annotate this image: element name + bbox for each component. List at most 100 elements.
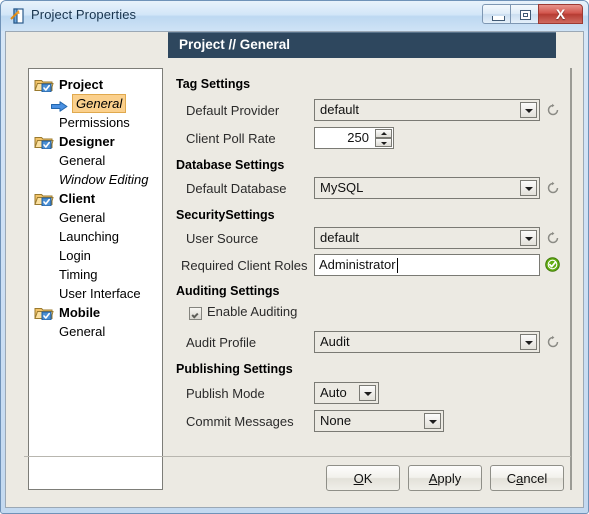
tree-item-timing[interactable]: Timing (29, 265, 162, 284)
tree-item-permissions[interactable]: Permissions (29, 113, 162, 132)
chevron-down-icon[interactable] (359, 385, 376, 401)
folder-check-icon (34, 191, 54, 207)
tree-item-label: General (59, 210, 106, 225)
folder-check-icon (34, 134, 54, 150)
button-bar-separator (24, 456, 571, 457)
client-poll-rate-value: 250 (347, 130, 369, 145)
content-right-edge (573, 68, 575, 490)
close-icon: X (555, 6, 566, 22)
tree-item-launching[interactable]: Launching (29, 227, 162, 246)
default-provider-value: default (320, 102, 360, 117)
maximize-icon (520, 10, 531, 20)
label-default-database: Default Database (186, 181, 287, 196)
default-provider-combo[interactable]: default (314, 99, 540, 121)
user-source-value: default (320, 230, 360, 245)
refresh-icon[interactable] (546, 181, 560, 195)
stepper-down-icon[interactable] (375, 138, 392, 147)
label-audit-profile: Audit Profile (186, 335, 257, 350)
minimize-button[interactable] (482, 4, 511, 24)
tree-item-label: Timing (59, 267, 98, 282)
stepper-buttons[interactable] (375, 129, 392, 147)
label-commit-messages: Commit Messages (186, 414, 294, 429)
settings-tree: Project General Permissions Designer Gener… (29, 69, 162, 341)
btn-apply-label: Apply (428, 470, 462, 486)
label-publish-mode: Publish Mode (186, 386, 265, 401)
label-client-poll-rate: Client Poll Rate (186, 131, 276, 146)
group-database-settings: Database Settings (176, 158, 285, 172)
tree-item-general[interactable]: General (29, 151, 162, 170)
tree-item-project[interactable]: Project (29, 75, 162, 94)
label-required-client-roles: Required Client Roles (181, 258, 308, 273)
enable-auditing-label: Enable Auditing (207, 304, 298, 319)
tree-item-label: Client (59, 191, 96, 206)
publish-mode-combo[interactable]: Auto (314, 382, 379, 404)
btn-ok-label: OK (353, 470, 373, 486)
window-title: Project Properties (31, 7, 137, 22)
label-default-provider: Default Provider (186, 103, 280, 118)
tree-item-label: Designer (59, 134, 115, 149)
tree-item-label: General (59, 153, 106, 168)
tree-item-label: Mobile (59, 305, 101, 320)
panel-header-title: Project // General (179, 37, 291, 52)
chevron-down-icon[interactable] (520, 180, 537, 196)
tree-item-client[interactable]: Client (29, 189, 162, 208)
tree-item-designer[interactable]: Designer (29, 132, 162, 151)
refresh-icon[interactable] (546, 335, 560, 349)
default-database-combo[interactable]: MySQL (314, 177, 540, 199)
text-caret (397, 258, 398, 273)
apply-button[interactable]: Apply (408, 465, 482, 491)
tree-item-label: General (59, 324, 106, 339)
publish-mode-value: Auto (320, 385, 347, 400)
group-publishing-settings: Publishing Settings (176, 362, 293, 376)
tree-item-label: Launching (59, 229, 119, 244)
green-check-icon (545, 257, 560, 272)
label-user-source: User Source (186, 231, 259, 246)
title-bar[interactable]: Project Properties X (1, 1, 588, 31)
tree-item-general[interactable]: General (29, 94, 162, 113)
user-source-combo[interactable]: default (314, 227, 540, 249)
refresh-icon[interactable] (546, 103, 560, 117)
enable-auditing-checkbox[interactable] (189, 307, 202, 320)
tree-item-label: Window Editing (59, 172, 149, 187)
close-button[interactable]: X (538, 4, 583, 24)
folder-check-icon (34, 305, 54, 321)
tree-item-window-editing[interactable]: Window Editing (29, 170, 162, 189)
folder-check-icon (34, 77, 54, 93)
chevron-down-icon[interactable] (424, 413, 441, 429)
cancel-button[interactable]: Cancel (490, 465, 564, 491)
tree-item-general[interactable]: General (29, 208, 162, 227)
tree-item-user-interface[interactable]: User Interface (29, 284, 162, 303)
tree-panel-edge (570, 68, 572, 490)
maximize-button[interactable] (510, 4, 539, 24)
tree-item-label: Project (59, 77, 104, 92)
required-client-roles-input[interactable]: Administrator (314, 254, 540, 276)
tree-item-login[interactable]: Login (29, 246, 162, 265)
tree-item-label: General (72, 94, 127, 113)
panel-header: Project // General (168, 32, 556, 58)
project-properties-icon (10, 8, 25, 24)
window-controls: X (482, 4, 583, 25)
group-security-settings: SecuritySettings (176, 208, 275, 222)
tree-item-label: Login (59, 248, 91, 263)
required-client-roles-value: Administrator (319, 257, 396, 272)
commit-messages-combo[interactable]: None (314, 410, 444, 432)
audit-profile-combo[interactable]: Audit (314, 331, 540, 353)
dialog-button-bar: OK Apply Cancel (318, 465, 564, 491)
chevron-down-icon[interactable] (520, 102, 537, 118)
stepper-up-icon[interactable] (375, 129, 392, 138)
client-poll-rate-stepper[interactable]: 250 (314, 127, 394, 149)
ok-button[interactable]: OK (326, 465, 400, 491)
refresh-icon[interactable] (546, 231, 560, 245)
chevron-down-icon[interactable] (520, 334, 537, 350)
blue-arrow-icon (51, 98, 68, 112)
tree-item-general[interactable]: General (29, 322, 162, 341)
project-properties-window: Project Properties X Project General Perm… (0, 0, 589, 514)
group-tag-settings: Tag Settings (176, 77, 251, 91)
chevron-down-icon[interactable] (520, 230, 537, 246)
group-auditing-settings: Auditing Settings (176, 284, 280, 298)
tree-item-label: User Interface (59, 286, 141, 301)
tree-item-mobile[interactable]: Mobile (29, 303, 162, 322)
settings-tree-panel[interactable]: Project General Permissions Designer Gener… (28, 68, 163, 490)
tree-item-label: Permissions (59, 115, 130, 130)
minimize-icon (492, 16, 505, 21)
